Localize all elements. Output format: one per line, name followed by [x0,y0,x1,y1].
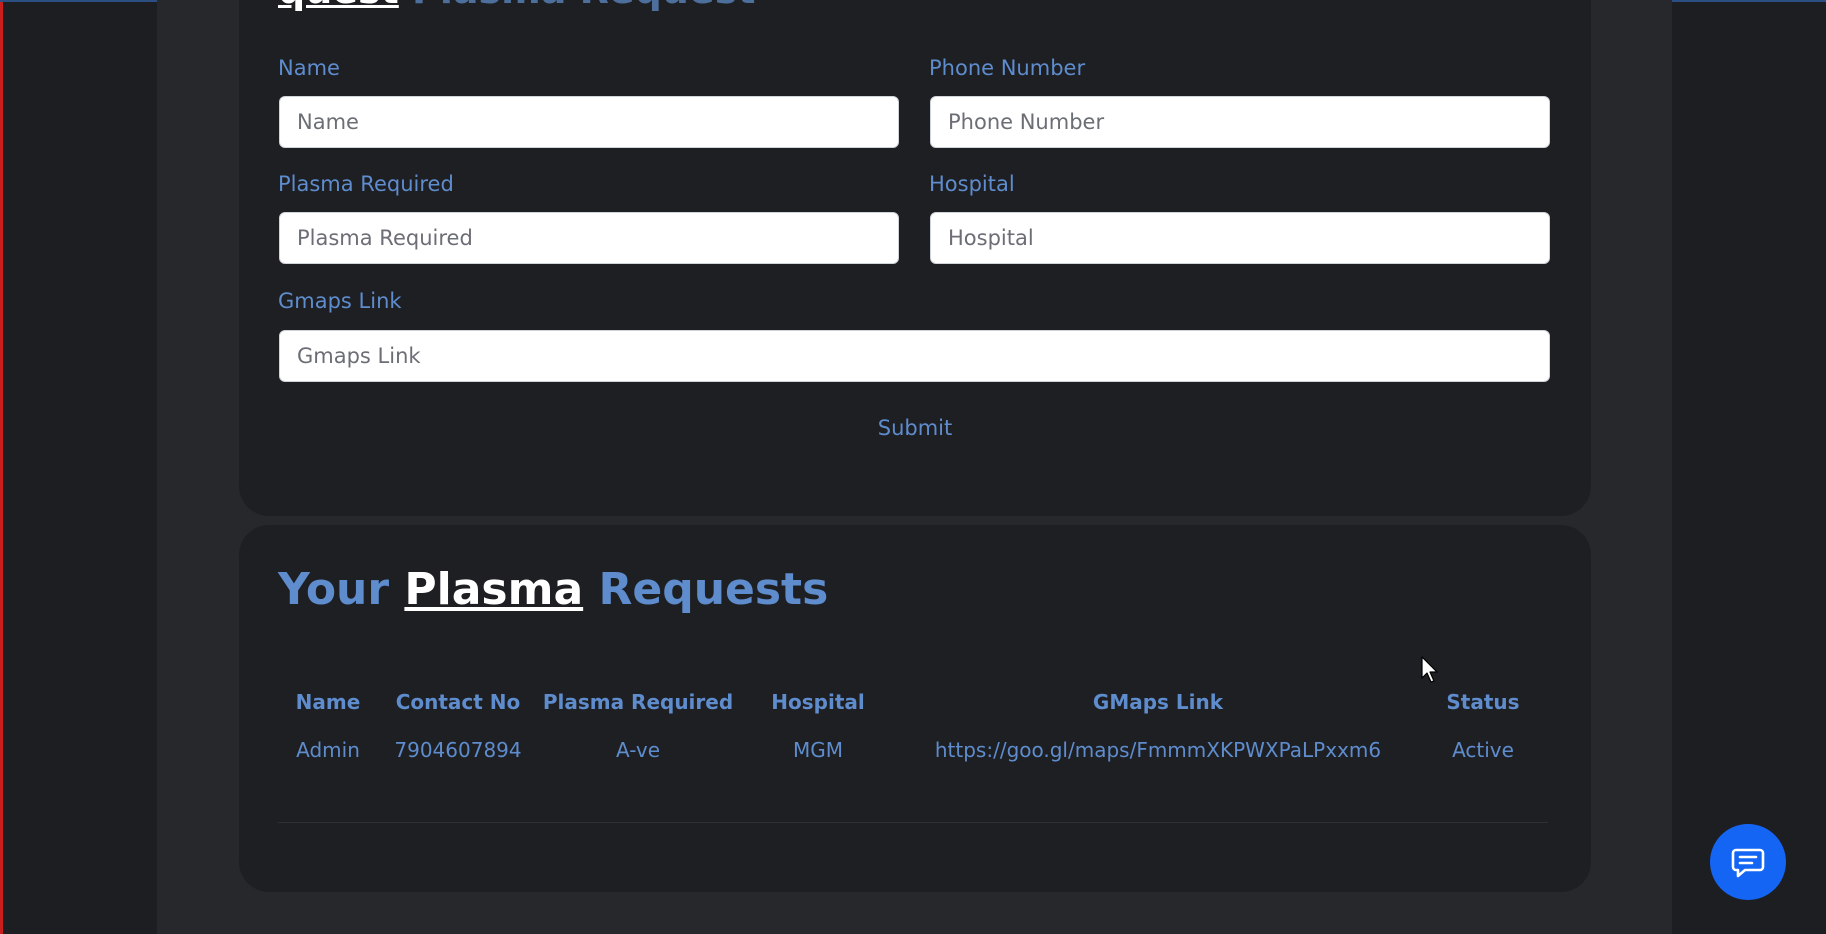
mouse-cursor-icon [1421,656,1438,683]
chat-bubble-icon [1731,848,1765,878]
form-title-highlight: quest [278,0,399,12]
hospital-label: Hospital [929,172,1015,196]
requests-title-prefix: Your [278,564,390,615]
cell-name: Admin [296,738,360,762]
table-header-row: Name Contact No Plasma Required Hospital… [278,690,1548,738]
form-title-suffix: Plasma Request [399,0,755,12]
column-header: Name [295,690,361,714]
requests-title-suffix: Requests [598,564,829,615]
column-header: Contact No [395,690,521,714]
column-header: Plasma Required [542,690,734,714]
chat-button[interactable] [1710,824,1786,900]
requests-table: Name Contact No Plasma Required Hospital… [278,690,1548,762]
column-header: Status [1446,690,1520,714]
plasma-label: Plasma Required [278,172,454,196]
left-accent-bar [0,0,3,934]
name-label: Name [278,56,340,80]
form-title: quest Plasma Request [278,0,756,10]
column-header: GMaps Link [1092,690,1224,714]
table-divider [278,822,1548,823]
gmaps-label: Gmaps Link [278,289,402,313]
submit-button[interactable]: Submit [820,408,1010,448]
requests-title: Your Plasma Requests [278,562,828,618]
cell-status: Active [1452,738,1514,762]
table-row: Admin 7904607894 A-ve MGM https://goo.gl… [278,738,1548,762]
cell-hospital: MGM [792,738,843,762]
requests-title-highlight: Plasma [404,564,584,615]
viewport: quest Plasma Request Name Phone Number P… [0,0,1826,934]
cell-contact: 7904607894 [394,738,522,762]
hospital-input[interactable] [930,212,1550,264]
phone-label: Phone Number [929,56,1086,80]
cell-plasma: A-ve [615,738,661,762]
gmaps-input[interactable] [279,330,1550,382]
phone-input[interactable] [930,96,1550,148]
cell-gmaps-link[interactable]: https://goo.gl/maps/FmmmXKPWXPaLPxxm6 [898,738,1418,762]
plasma-input[interactable] [279,212,899,264]
column-header: Hospital [771,690,865,714]
name-input[interactable] [279,96,899,148]
